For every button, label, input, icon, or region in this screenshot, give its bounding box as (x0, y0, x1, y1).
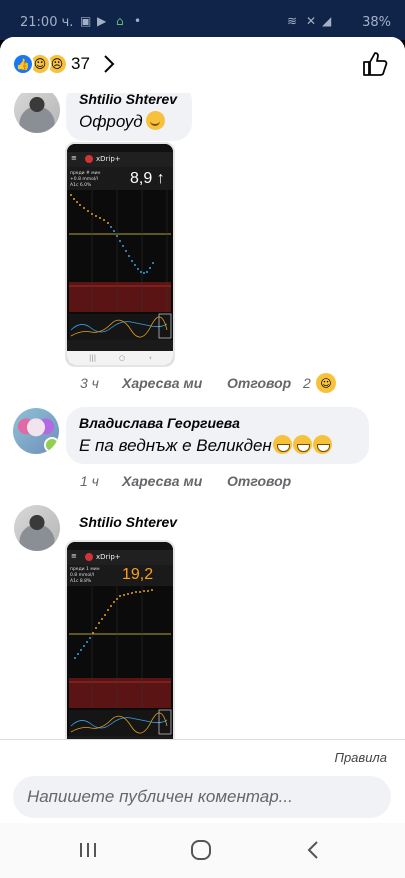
comment-author[interactable]: Shtilio Shterev (79, 91, 177, 107)
comment-reaction-count[interactable]: 2 (303, 375, 311, 391)
reaction-count[interactable]: 37 (71, 54, 90, 74)
xdrip-info: преди # мин +0.8 mmol/l A1c 6.0% (70, 171, 101, 188)
comment-author[interactable]: Владислава Георгиева (79, 415, 240, 431)
grin-emoji-icon (292, 435, 312, 454)
xdrip-toolbar: ≡ xDrip+ (67, 550, 173, 565)
video-icon: ▶ (97, 14, 107, 28)
system-nav-bar (0, 823, 405, 878)
like-button[interactable]: Харесва ми (122, 375, 202, 391)
phone-nav: ||| ○ ‹ (67, 351, 173, 365)
avatar[interactable] (14, 87, 60, 133)
chevron-right-icon[interactable] (100, 52, 118, 76)
avatar[interactable] (14, 505, 60, 551)
comment-image[interactable]: ≡ xDrip+ преди 1 мин 0.8 mmol/l A1c 8.8%… (65, 540, 175, 760)
mute-icon: ✕ (306, 14, 317, 28)
comment-input[interactable]: Напишете публичен коментар... (13, 776, 391, 818)
android-badge-icon (44, 437, 59, 453)
status-bar: 21:00 ч. ▣ ▶ ⌂ • ≋ ✕ ◢ 38% (0, 0, 405, 40)
back-icon[interactable] (301, 837, 327, 863)
dot-icon: • (134, 14, 142, 28)
smile-emoji-icon (145, 111, 165, 130)
xdrip-logo-icon (85, 155, 93, 163)
like-icon: 👍 (12, 53, 34, 75)
rules-link[interactable]: Правила (335, 750, 387, 765)
comment-image[interactable]: ≡ xDrip+ преди # мин +0.8 mmol/l A1c 6.0… (65, 142, 175, 367)
comment-input-placeholder: Напишете публичен коментар... (27, 787, 293, 806)
comment-text: Офроуд (79, 111, 165, 132)
phone-status-bar (67, 144, 173, 152)
comment-bubble[interactable]: Владислава Георгиева Е па веднъж е Велик… (66, 407, 369, 464)
menu-icon: ≡ (71, 552, 77, 560)
reactions-header[interactable]: ☹ ☺ 👍 37 (0, 37, 405, 93)
xdrip-title: xDrip+ (96, 155, 121, 163)
glucose-graph (67, 190, 173, 340)
like-button[interactable]: Харесва ми (122, 473, 202, 489)
glucose-graph (67, 586, 173, 736)
comment-time: 3 ч (80, 375, 99, 391)
wifi-icon: ≋ (287, 14, 298, 28)
comment-time: 1 ч (80, 473, 99, 489)
grin-emoji-icon (272, 435, 292, 454)
haha-icon: ☺ (316, 373, 336, 393)
xdrip-info: преди 1 мин 0.8 mmol/l A1c 8.8% (70, 567, 100, 584)
xdrip-title: xDrip+ (96, 553, 121, 561)
recent-apps-icon[interactable] (75, 837, 101, 863)
image-icon: ▣ (80, 14, 92, 28)
reply-button[interactable]: Отговор (227, 473, 291, 489)
comments-sheet: ☹ ☺ 👍 37 Shtilio Shterev Офроуд ≡ xDrip+… (0, 37, 405, 823)
reply-button[interactable]: Отговор (227, 375, 291, 391)
battery-level: 38% (362, 15, 391, 30)
home-button-icon[interactable] (188, 837, 214, 863)
glucose-value: 8,9 ↑ (130, 170, 165, 187)
xdrip-toolbar: ≡ xDrip+ (67, 152, 173, 167)
status-time: 21:00 ч. (20, 15, 74, 30)
home-icon: ⌂ (116, 14, 124, 28)
grin-emoji-icon (312, 435, 332, 454)
menu-icon: ≡ (71, 154, 77, 162)
comment-text: Е па веднъж е Великден (79, 435, 332, 456)
comment-author[interactable]: Shtilio Shterev (79, 514, 177, 530)
signal-icon: ◢ (322, 14, 332, 28)
phone-status-bar (67, 542, 173, 550)
thumbs-up-icon[interactable] (361, 50, 389, 78)
avatar[interactable] (13, 408, 59, 454)
xdrip-logo-icon (85, 553, 93, 561)
comment-composer: Правила Напишете публичен коментар... (0, 739, 405, 823)
